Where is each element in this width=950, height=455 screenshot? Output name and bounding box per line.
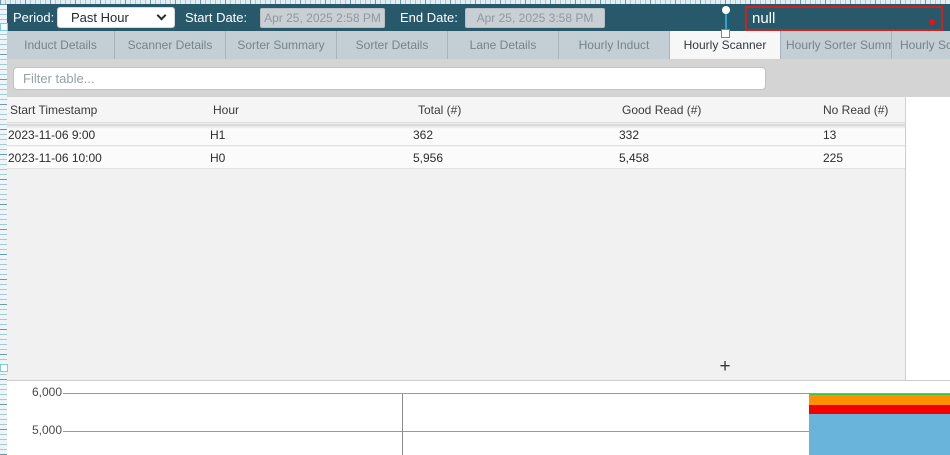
start-date-input[interactable] (260, 8, 385, 28)
tab-bar: Induct Details Scanner Details Sorter Su… (7, 31, 950, 59)
tab-hourly-sorter-summary[interactable]: Hourly Sorter Summar (781, 31, 892, 59)
column-header-start-timestamp[interactable]: Start Timestamp (10, 97, 97, 123)
vertical-gridline (402, 394, 403, 455)
cell-no-read: 13 (823, 124, 836, 146)
tab-lane-details[interactable]: Lane Details (448, 31, 559, 59)
bar-segment-no-read (809, 405, 950, 414)
end-date-input[interactable] (465, 8, 605, 28)
period-select[interactable]: Past Hour (57, 7, 175, 28)
tab-induct-details[interactable]: Induct Details (7, 31, 115, 59)
table-row: 2023-11-06 9:00 H1 362 332 13 (7, 124, 905, 146)
selection-handle-bottom[interactable] (0, 364, 8, 372)
y-axis-tick-label: 5,000 (12, 423, 62, 437)
null-field-value: null (747, 8, 941, 29)
data-table: Start Timestamp Hour Total (#) Good Read… (7, 97, 950, 380)
splitter-handle-top-icon[interactable] (722, 6, 730, 14)
cell-hour: H0 (210, 147, 225, 169)
cell-start-timestamp: 2023-11-06 10:00 (8, 147, 102, 169)
tab-hourly-induct[interactable]: Hourly Induct (559, 31, 670, 59)
tab-sorter-details[interactable]: Sorter Details (337, 31, 448, 59)
cell-total: 362 (413, 124, 433, 146)
selected-null-field[interactable]: null (745, 6, 943, 31)
selection-dot-icon (929, 19, 935, 25)
cell-good-read: 5,458 (619, 147, 649, 169)
stacked-bar (809, 394, 950, 455)
table-scrollbar-track[interactable] (905, 97, 950, 380)
cell-total: 5,956 (413, 147, 443, 169)
start-date-label: Start Date: (185, 4, 247, 31)
cell-start-timestamp: 2023-11-06 9:00 (8, 124, 95, 146)
filter-panel (7, 59, 950, 97)
left-ruler (0, 4, 7, 455)
table-row: 2023-11-06 10:00 H0 5,956 5,458 225 (7, 147, 905, 169)
cell-no-read: 225 (823, 147, 843, 169)
end-date-label: End Date: (400, 4, 458, 31)
column-header-total[interactable]: Total (#) (418, 97, 461, 123)
period-label: Period: (13, 4, 54, 31)
chevron-down-icon (157, 11, 167, 21)
column-header-good-read[interactable]: Good Read (#) (622, 97, 701, 123)
bar-segment-good-read (809, 414, 950, 455)
splitter-handle-bottom-icon[interactable] (721, 29, 730, 38)
column-header-no-read[interactable]: No Read (#) (823, 97, 888, 123)
filter-table-input[interactable] (13, 67, 766, 90)
cell-good-read: 332 (619, 124, 639, 146)
chart-panel: 6,000 5,000 (7, 380, 950, 455)
column-header-hour[interactable]: Hour (213, 97, 239, 123)
tab-hourly-sorter[interactable]: Hourly Sort (892, 31, 950, 59)
bar-segment-other (809, 395, 950, 405)
app-window: Period: Past Hour Start Date: End Date: … (0, 0, 950, 455)
table-header-row: Start Timestamp Hour Total (#) Good Read… (7, 97, 905, 123)
tab-scanner-details[interactable]: Scanner Details (115, 31, 226, 59)
tab-sorter-summary[interactable]: Sorter Summary (226, 31, 337, 59)
add-button[interactable]: + (710, 356, 740, 378)
selection-handle-top[interactable] (0, 23, 8, 31)
cell-hour: H1 (210, 124, 225, 146)
y-axis-tick-label: 6,000 (12, 385, 62, 399)
period-selected-value: Past Hour (71, 10, 129, 25)
